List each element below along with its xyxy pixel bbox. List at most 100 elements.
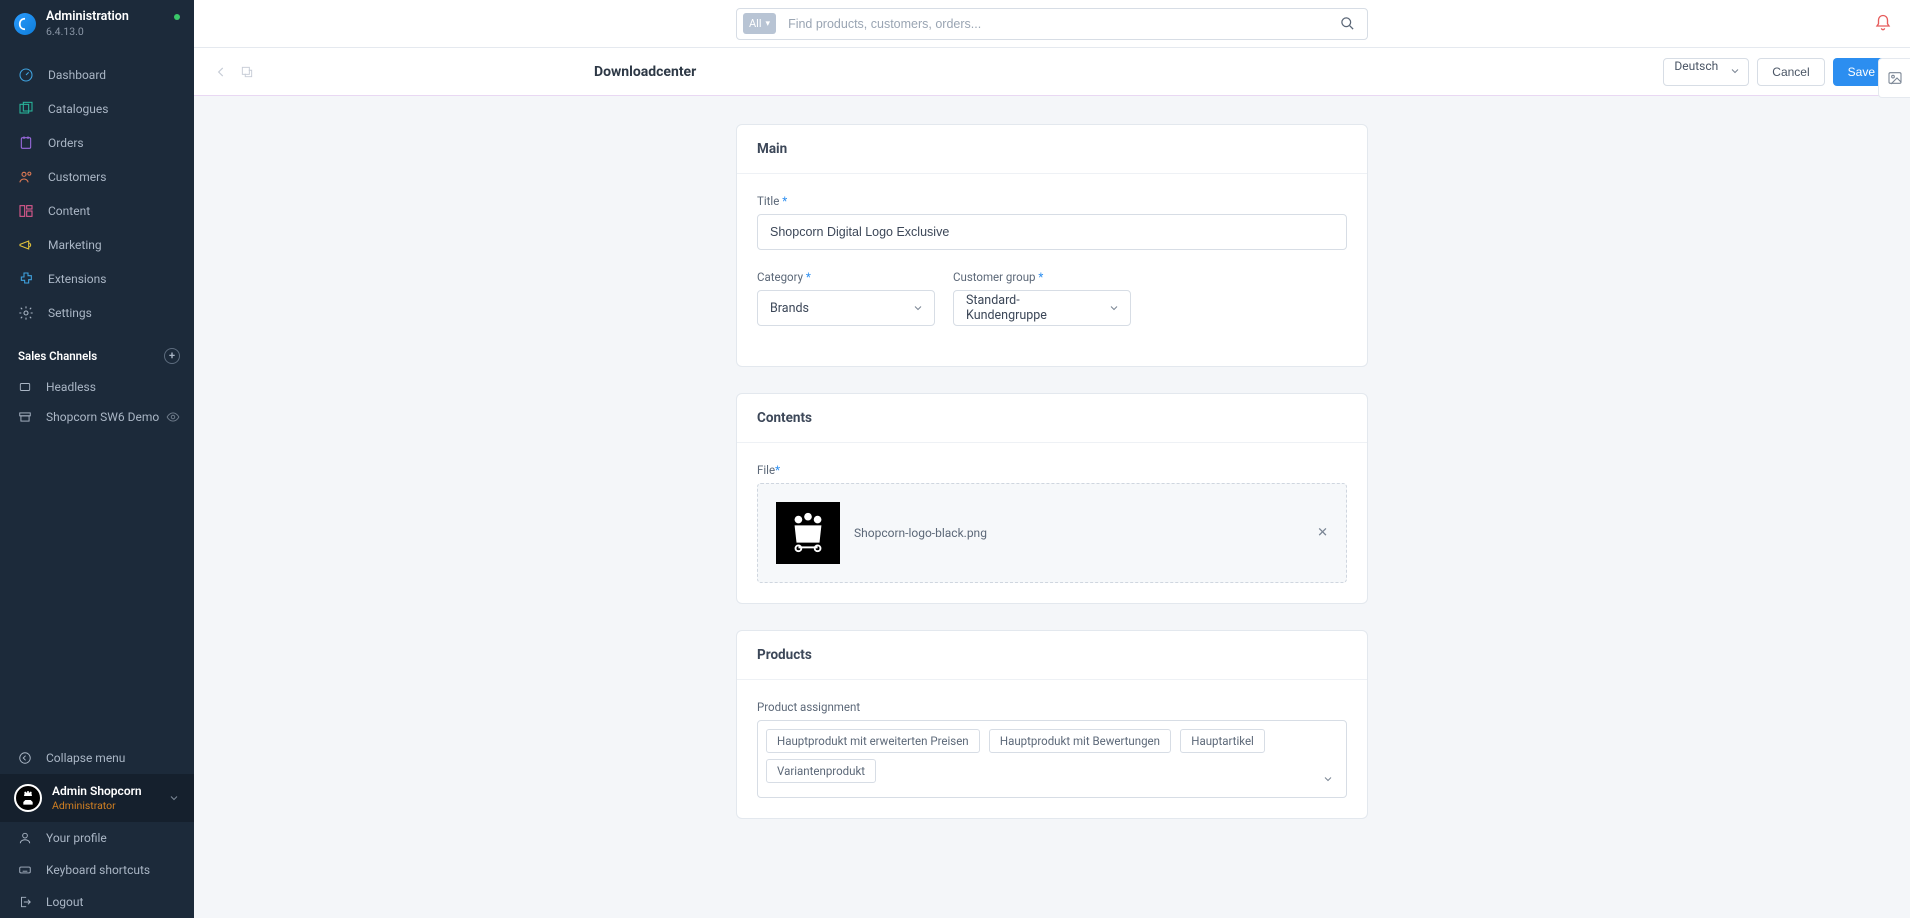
- sidebar-foot-links: Your profile Keyboard shortcuts Logout: [0, 822, 194, 918]
- nav-settings-label: Settings: [48, 306, 92, 320]
- search-input[interactable]: [782, 17, 1328, 31]
- nav-customers[interactable]: Customers: [0, 160, 194, 194]
- nav-marketing-label: Marketing: [48, 238, 102, 252]
- nav-marketing[interactable]: Marketing: [0, 228, 194, 262]
- card-products-title: Products: [737, 631, 1367, 680]
- card-main-title: Main: [737, 125, 1367, 174]
- page-title: Downloadcenter: [254, 64, 1663, 80]
- sales-channels-list: Headless Shopcorn SW6 Demo: [0, 372, 194, 432]
- brand-block: Administration 6.4.13.0: [0, 0, 194, 46]
- product-tag[interactable]: Hauptartikel: [1180, 729, 1265, 753]
- global-search: All ▾: [736, 8, 1368, 40]
- nav-catalogues-label: Catalogues: [48, 102, 108, 116]
- brand-text: Administration 6.4.13.0: [46, 10, 129, 38]
- chevron-down-icon: [168, 792, 180, 804]
- sidebar: Administration 6.4.13.0 Dashboard Catalo…: [0, 0, 194, 918]
- card-contents-title: Contents: [737, 394, 1367, 443]
- file-name: Shopcorn-logo-black.png: [854, 526, 987, 540]
- gauge-icon: [18, 67, 34, 83]
- image-icon: [1887, 70, 1903, 86]
- card-contents: Contents File*: [736, 393, 1368, 604]
- collapse-menu[interactable]: Collapse menu: [0, 742, 194, 774]
- open-new-icon[interactable]: [240, 65, 254, 79]
- back-icon[interactable]: [214, 65, 228, 79]
- header-back-tools: [214, 65, 254, 79]
- customer-group-select[interactable]: Standard-Kundengruppe: [953, 290, 1131, 326]
- product-assignment-label: Product assignment: [757, 700, 1347, 714]
- search-icon: [1340, 16, 1355, 31]
- add-channel-button[interactable]: +: [164, 348, 180, 364]
- marketing-icon: [18, 237, 34, 253]
- card-products: Products Product assignment Hauptprodukt…: [736, 630, 1368, 819]
- file-upload[interactable]: Shopcorn-logo-black.png ✕: [757, 483, 1347, 583]
- status-dot-icon: [174, 14, 180, 20]
- user-role: Administrator: [52, 799, 116, 812]
- title-label: Title *: [757, 194, 1347, 208]
- cancel-button[interactable]: Cancel: [1757, 58, 1824, 86]
- title-input[interactable]: [757, 214, 1347, 250]
- nav-orders[interactable]: Orders: [0, 126, 194, 160]
- logout-label: Logout: [46, 895, 83, 909]
- product-tag[interactable]: Variantenprodukt: [766, 759, 876, 783]
- avatar-icon: [14, 784, 42, 812]
- user-name: Admin Shopcorn: [52, 784, 142, 798]
- nav-content-label: Content: [48, 204, 90, 218]
- product-assignment-select[interactable]: Hauptprodukt mit erweiterten Preisen Hau…: [757, 720, 1347, 798]
- search-scope-dropdown[interactable]: All ▾: [743, 13, 776, 34]
- nav-extensions[interactable]: Extensions: [0, 262, 194, 296]
- category-value: Brands: [770, 301, 809, 316]
- sales-channels-label: Sales Channels: [18, 349, 97, 363]
- language-select[interactable]: Deutsch: [1663, 58, 1749, 86]
- header-actions: Deutsch Cancel Save: [1663, 58, 1890, 86]
- catalogue-icon: [18, 101, 34, 117]
- file-label: File*: [757, 463, 1347, 477]
- storefront-icon: [18, 410, 32, 424]
- language-value: Deutsch: [1663, 58, 1749, 86]
- remove-file-button[interactable]: ✕: [1317, 526, 1328, 541]
- nav-settings[interactable]: Settings: [0, 296, 194, 330]
- category-label: Category *: [757, 270, 935, 284]
- side-panel-toggle[interactable]: [1878, 58, 1910, 98]
- page-header: Downloadcenter Deutsch Cancel Save: [194, 48, 1910, 96]
- your-profile[interactable]: Your profile: [0, 822, 194, 854]
- nav-catalogues[interactable]: Catalogues: [0, 92, 194, 126]
- nav-content[interactable]: Content: [0, 194, 194, 228]
- card-main: Main Title * Category * Brands Cu: [736, 124, 1368, 367]
- customers-icon: [18, 169, 34, 185]
- file-thumbnail: [776, 502, 840, 564]
- user-menu[interactable]: Admin Shopcorn Administrator: [0, 774, 194, 822]
- gear-icon: [18, 305, 34, 321]
- main: All ▾ Downloadcenter Deutsch Cancel Sa: [194, 0, 1910, 918]
- nav-orders-label: Orders: [48, 136, 84, 150]
- nav-extensions-label: Extensions: [48, 272, 106, 286]
- caret-down-icon: ▾: [766, 19, 771, 29]
- keyboard-icon: [18, 863, 32, 877]
- chevron-down-icon: [1322, 773, 1334, 785]
- logout-icon: [18, 895, 32, 909]
- sidebar-footer: Collapse menu: [0, 742, 194, 774]
- product-tag[interactable]: Hauptprodukt mit Bewertungen: [989, 729, 1171, 753]
- topbar: All ▾: [194, 0, 1910, 48]
- search-scope-label: All: [749, 17, 762, 30]
- channel-headless-label: Headless: [46, 380, 96, 394]
- headless-icon: [18, 380, 32, 394]
- user-icon: [18, 831, 32, 845]
- category-select[interactable]: Brands: [757, 290, 935, 326]
- product-tag[interactable]: Hauptprodukt mit erweiterten Preisen: [766, 729, 980, 753]
- app-version: 6.4.13.0: [46, 25, 84, 38]
- extensions-icon: [18, 271, 34, 287]
- shortcuts-label: Keyboard shortcuts: [46, 863, 150, 877]
- channel-shopcorn[interactable]: Shopcorn SW6 Demo: [0, 402, 194, 432]
- eye-icon[interactable]: [166, 410, 180, 424]
- keyboard-shortcuts[interactable]: Keyboard shortcuts: [0, 854, 194, 886]
- customer-group-value: Standard-Kundengruppe: [966, 293, 1098, 323]
- notifications-icon[interactable]: [1874, 14, 1892, 32]
- nav-customers-label: Customers: [48, 170, 106, 184]
- logout[interactable]: Logout: [0, 886, 194, 918]
- content-scroll[interactable]: Main Title * Category * Brands Cu: [194, 96, 1910, 918]
- app-title: Administration: [46, 10, 129, 24]
- app-logo-icon: [14, 13, 36, 35]
- search-button[interactable]: [1328, 16, 1367, 31]
- channel-headless[interactable]: Headless: [0, 372, 194, 402]
- nav-dashboard[interactable]: Dashboard: [0, 58, 194, 92]
